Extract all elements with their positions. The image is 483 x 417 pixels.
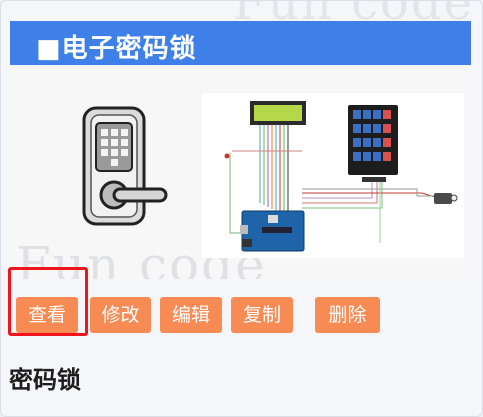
door-lock-icon [82, 106, 168, 226]
project-thumbnail[interactable]: ■电子密码锁 Fun code [10, 21, 471, 279]
delete-button[interactable]: 删除 [315, 297, 380, 333]
editor-button[interactable]: 编辑 [160, 297, 222, 333]
edit-button[interactable]: 修改 [90, 297, 151, 333]
card-title: 密码锁 [9, 366, 81, 394]
thumbnail-banner: ■电子密码锁 [10, 21, 471, 65]
view-button-highlight [8, 267, 88, 336]
circuit-diagram-icon [202, 93, 464, 258]
banner-title: ■电子密码锁 [36, 34, 197, 64]
copy-button[interactable]: 复制 [231, 297, 293, 333]
project-card: Fun code ■电子密码锁 Fun code 查看 修改 编辑 复制 删除 … [0, 0, 483, 417]
